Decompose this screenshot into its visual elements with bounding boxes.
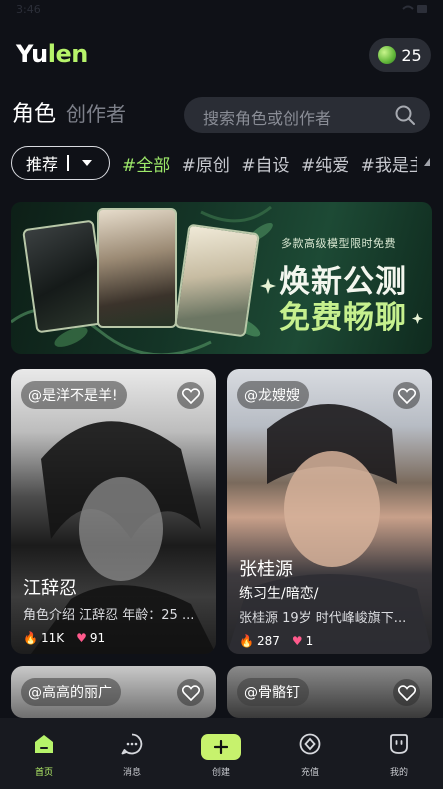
character-card[interactable]: @是洋不是羊! 江辞忍 角色介绍 江辞忍 年龄：25 ... 🔥 11K ♥ 91 bbox=[11, 369, 216, 654]
tab-characters[interactable]: 角色 bbox=[12, 96, 56, 128]
heat-count: 287 bbox=[256, 634, 280, 648]
create-button[interactable] bbox=[201, 734, 241, 760]
author-tag[interactable]: @龙嫂嫂 bbox=[237, 381, 309, 409]
profile-icon bbox=[390, 734, 408, 754]
chevron-down-icon bbox=[81, 160, 92, 166]
coin-balance-button[interactable]: 25 bbox=[369, 38, 431, 72]
heat-count: 11K bbox=[40, 631, 65, 645]
divider bbox=[67, 155, 69, 171]
favorite-button[interactable] bbox=[177, 382, 204, 409]
logo-highlight: len bbox=[47, 40, 89, 68]
search-input[interactable]: 搜索角色或创作者 bbox=[184, 97, 430, 133]
nav-recharge-label: 充值 bbox=[300, 768, 319, 778]
nav-messages-label: 消息 bbox=[122, 768, 141, 778]
banner-character-card-1 bbox=[22, 219, 108, 334]
fire-icon: 🔥 bbox=[23, 631, 38, 645]
character-card[interactable]: @骨骼钉 bbox=[227, 666, 432, 718]
character-description: 张桂源 19岁 时代峰峻旗下... bbox=[239, 611, 407, 626]
chip-pure-love[interactable]: #纯爱 bbox=[301, 151, 349, 176]
card-info: 张桂源 练习生/暗恋/ 张桂源 19岁 时代峰峻旗下... 🔥 287 ♥ 1 bbox=[239, 555, 422, 648]
likes-count: 1 bbox=[305, 634, 314, 648]
nav-home-label: 首页 bbox=[34, 768, 53, 778]
chip-i-am[interactable]: #我是主 bbox=[361, 151, 417, 176]
status-time: 3:46 bbox=[16, 3, 41, 16]
character-name: 张桂源 bbox=[239, 559, 293, 580]
diamond-icon bbox=[299, 733, 321, 755]
app-header: Yulen 25 bbox=[0, 36, 443, 76]
tab-creators[interactable]: 创作者 bbox=[66, 98, 126, 127]
chip-original[interactable]: #原创 bbox=[182, 151, 230, 176]
heart-icon bbox=[181, 684, 200, 701]
heart-gem-icon: ♥ bbox=[291, 634, 303, 648]
sort-label: 推荐 bbox=[26, 155, 59, 174]
heart-icon bbox=[397, 387, 416, 404]
author-tag[interactable]: @是洋不是羊! bbox=[21, 381, 127, 409]
character-card[interactable]: @高高的丽广 bbox=[11, 666, 216, 718]
heart-icon bbox=[397, 684, 416, 701]
search-icon[interactable] bbox=[394, 104, 416, 126]
status-icons bbox=[401, 3, 429, 18]
gem-icon bbox=[378, 46, 397, 64]
logo-prefix: Yu bbox=[16, 40, 48, 68]
bottom-navigation: 首页 消息 创建 充值 我的 bbox=[0, 718, 443, 789]
nav-home[interactable]: 首页 bbox=[14, 732, 74, 778]
card-stats: 🔥 11K ♥ 91 bbox=[23, 631, 206, 645]
author-tag[interactable]: @骨骼钉 bbox=[237, 678, 309, 706]
plus-icon bbox=[214, 740, 228, 754]
wifi-battery-icon bbox=[402, 5, 427, 13]
app-logo: Yulen bbox=[16, 40, 88, 68]
card-info: 江辞忍 角色介绍 江辞忍 年龄：25 ... 🔥 11K ♥ 91 bbox=[23, 574, 206, 645]
nav-profile-label: 我的 bbox=[389, 768, 408, 778]
nav-profile[interactable]: 我的 bbox=[369, 732, 429, 778]
author-tag[interactable]: @高高的丽广 bbox=[21, 678, 121, 706]
chip-all[interactable]: #全部 bbox=[122, 151, 170, 176]
status-bar: 3:46 bbox=[0, 0, 443, 22]
nav-create-label: 创建 bbox=[211, 768, 230, 778]
favorite-button[interactable] bbox=[393, 382, 420, 409]
chips-expand-icon[interactable] bbox=[424, 158, 430, 166]
home-icon bbox=[35, 735, 53, 753]
character-card[interactable]: @龙嫂嫂 张桂源 练习生/暗恋/ 张桂源 19岁 时代峰峻旗下... 🔥 287 … bbox=[227, 369, 432, 654]
banner-subtitle: 多款高级模型限时免费 bbox=[281, 237, 396, 250]
fire-icon: 🔥 bbox=[239, 634, 254, 648]
heart-gem-icon: ♥ bbox=[76, 631, 87, 645]
sort-dropdown[interactable]: 推荐 bbox=[11, 146, 110, 180]
character-name: 江辞忍 bbox=[23, 578, 77, 599]
favorite-button[interactable] bbox=[177, 679, 204, 706]
nav-create[interactable]: 创建 bbox=[191, 732, 251, 778]
chip-self-setting[interactable]: #自设 bbox=[241, 151, 289, 176]
chat-icon bbox=[121, 733, 143, 755]
search-placeholder: 搜索角色或创作者 bbox=[203, 109, 332, 128]
banner-character-card-3 bbox=[174, 223, 260, 338]
nav-messages[interactable]: 消息 bbox=[102, 732, 162, 778]
banner-title-line2: 免费畅聊 bbox=[279, 300, 407, 336]
category-tabs: 角色 创作者 bbox=[12, 96, 126, 132]
coin-count: 25 bbox=[401, 45, 422, 65]
promo-banner[interactable]: 多款高级模型限时免费 焕新公测 免费畅聊 bbox=[11, 202, 432, 354]
heart-icon bbox=[181, 387, 200, 404]
character-description: 角色介绍 江辞忍 年龄：25 ... bbox=[23, 608, 195, 623]
tag-chips: #全部 #原创 #自设 #纯爱 #我是主 bbox=[122, 151, 417, 179]
banner-character-card-2 bbox=[97, 208, 177, 328]
character-tags: 练习生/暗恋/ bbox=[239, 586, 319, 602]
favorite-button[interactable] bbox=[393, 679, 420, 706]
likes-count: 91 bbox=[89, 631, 106, 645]
nav-recharge[interactable]: 充值 bbox=[280, 732, 340, 778]
card-stats: 🔥 287 ♥ 1 bbox=[239, 634, 422, 648]
